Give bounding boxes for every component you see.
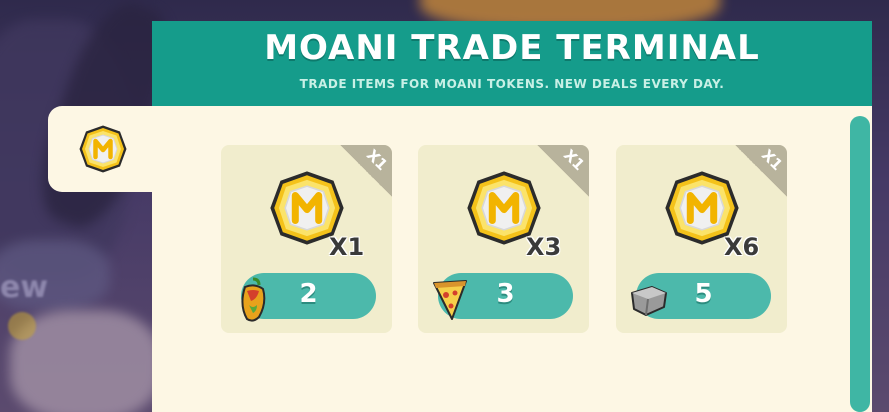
background-partial-label: ew (0, 270, 49, 305)
background-coin-icon (8, 312, 36, 340)
corner-ribbon (537, 145, 589, 197)
moani-token-icon (78, 124, 128, 174)
panel-header: MOANI TRADE TERMINAL TRADE ITEMS FOR MOA… (152, 21, 872, 106)
pizza-slice-icon (433, 280, 467, 320)
reward-quantity: X1 (329, 233, 365, 261)
corner-ribbon (340, 145, 392, 197)
reward-quantity: X6 (724, 233, 760, 261)
trade-terminal-panel: MOANI TRADE TERMINAL TRADE ITEMS FOR MOA… (152, 21, 872, 412)
corner-ribbon (735, 145, 787, 197)
stone-brick-icon (631, 286, 667, 316)
offer-card[interactable]: X1 X3 3 (418, 145, 589, 333)
scrollbar[interactable] (850, 116, 870, 412)
offer-card[interactable]: X1 X1 2 (221, 145, 392, 333)
page-subtitle: TRADE ITEMS FOR MOANI TOKENS. NEW DEALS … (299, 77, 725, 91)
offer-card[interactable]: X1 X6 5 (616, 145, 787, 333)
category-tab-moani-tokens[interactable] (48, 106, 152, 192)
pepper-icon (241, 277, 266, 322)
reward-quantity: X3 (526, 233, 562, 261)
page-title: MOANI TRADE TERMINAL (264, 28, 760, 68)
